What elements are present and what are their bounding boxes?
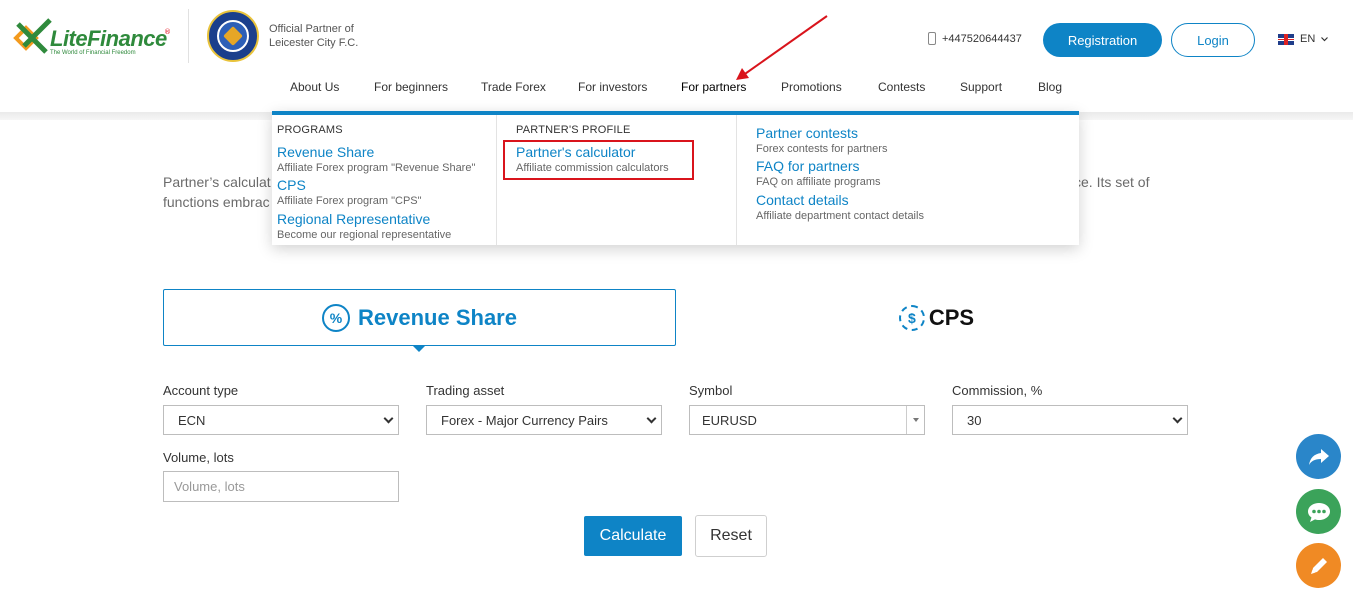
reset-button[interactable]: Reset — [695, 515, 767, 557]
desc-partner-contests: Forex contests for partners — [756, 143, 888, 155]
share-arrow-icon — [1308, 448, 1329, 465]
calculate-button[interactable]: Calculate — [584, 516, 682, 556]
chevron-down-icon — [1172, 413, 1183, 424]
header-divider — [188, 9, 189, 63]
nav-support[interactable]: Support — [960, 80, 1002, 94]
litefinance-logo[interactable]: LiteFinance ® The World of Financial Fre… — [12, 16, 172, 60]
crest-inner — [217, 20, 249, 52]
partner-line-1: Official Partner of — [269, 23, 354, 35]
commission-select[interactable]: 30 — [952, 405, 1188, 435]
symbol-label: Symbol — [689, 383, 733, 398]
nav-trade-forex[interactable]: Trade Forex — [481, 80, 546, 94]
desc-contact-details: Affiliate department contact details — [756, 210, 924, 222]
tab-cps[interactable]: $ CPS — [680, 289, 1193, 346]
profile-heading: PARTNER'S PROFILE — [516, 124, 631, 136]
tab-cps-label: CPS — [928, 304, 975, 330]
phone-icon — [928, 32, 936, 45]
desc-regional-representative: Become our regional representative — [277, 229, 452, 241]
link-regional-representative[interactable]: Regional Representative — [277, 211, 430, 227]
account-type-select[interactable]: ECN — [163, 405, 399, 435]
dropdown-col-programs: PROGRAMS Revenue Share Affiliate Forex p… — [272, 115, 497, 245]
desc-cps: Affiliate Forex program "CPS" — [277, 195, 422, 207]
leicester-crest-icon[interactable] — [207, 10, 259, 62]
trading-asset-label: Trading asset — [426, 383, 505, 398]
partners-dropdown-menu: PROGRAMS Revenue Share Affiliate Forex p… — [272, 111, 1079, 245]
uk-flag-icon — [1278, 33, 1294, 45]
language-selector[interactable]: EN — [1278, 33, 1329, 45]
language-code: EN — [1300, 33, 1316, 45]
dropdown-col-profile: PARTNER'S PROFILE Partner's calculator A… — [497, 115, 737, 245]
active-tab-indicator — [412, 345, 426, 352]
annotation-highlight-box — [503, 140, 694, 180]
partner-line-2: Leicester City F.C. — [269, 37, 359, 49]
percent-icon: % — [322, 303, 351, 332]
site-header: LiteFinance ® The World of Financial Fre… — [0, 0, 1353, 112]
tab-revenue-share[interactable]: % Revenue Share — [163, 289, 676, 346]
commission-value: 30 — [967, 412, 982, 428]
tab-revenue-share-label: Revenue Share — [358, 304, 517, 330]
phone-number: +447520644437 — [942, 32, 1022, 45]
desc-faq-for-partners: FAQ on affiliate programs — [756, 176, 881, 188]
commission-label: Commission, % — [952, 383, 1043, 398]
login-button[interactable]: Login — [1171, 23, 1255, 57]
nav-for-investors[interactable]: For investors — [578, 80, 647, 94]
link-partner-contests[interactable]: Partner contests — [756, 125, 858, 141]
annotation-arrow-icon — [736, 15, 828, 80]
logo-mark-icon — [13, 18, 52, 54]
symbol-combobox[interactable]: EURUSD — [689, 405, 925, 435]
link-contact-details[interactable]: Contact details — [756, 192, 849, 208]
chat-bubble-icon — [1307, 502, 1330, 522]
fox-icon — [223, 26, 243, 46]
trading-asset-select[interactable]: Forex - Major Currency Pairs — [426, 405, 662, 435]
desc-revenue-share: Affiliate Forex program "Revenue Share" — [277, 162, 476, 174]
dropdown-col-other: Partner contests Forex contests for part… — [737, 115, 1079, 245]
volume-label: Volume, lots — [163, 450, 234, 465]
link-cps[interactable]: CPS — [277, 177, 306, 193]
registration-button[interactable]: Registration — [1043, 23, 1162, 57]
nav-contests[interactable]: Contests — [878, 80, 925, 94]
link-faq-for-partners[interactable]: FAQ for partners — [756, 158, 859, 174]
logo-tagline: The World of Financial Freedom — [50, 50, 136, 56]
share-button[interactable] — [1296, 434, 1341, 479]
chat-button[interactable] — [1296, 489, 1341, 534]
intro-line-1-right: ce. Its set of — [1074, 174, 1150, 190]
partner-text: Official Partner of Leicester City F.C. — [269, 22, 358, 50]
registered-mark-icon: ® — [164, 28, 171, 36]
page: LiteFinance ® The World of Financial Fre… — [0, 0, 1353, 590]
intro-line-1-left: Partner’s calculat — [163, 174, 271, 190]
symbol-value: EURUSD — [702, 412, 757, 428]
pencil-icon — [1310, 557, 1327, 574]
nav-about-us[interactable]: About Us — [290, 80, 339, 94]
chevron-down-icon — [646, 413, 657, 424]
combobox-arrow-icon[interactable] — [906, 406, 924, 434]
dollar-cycle-icon: $ — [898, 304, 925, 331]
nav-for-beginners[interactable]: For beginners — [374, 80, 448, 94]
account-type-label: Account type — [163, 383, 239, 398]
feedback-button[interactable] — [1296, 543, 1341, 588]
logo-text: LiteFinance — [50, 26, 167, 51]
account-type-value: ECN — [178, 412, 206, 428]
volume-input[interactable] — [163, 471, 399, 502]
phone-contact[interactable]: +447520644437 — [928, 32, 1022, 45]
programs-heading: PROGRAMS — [277, 124, 343, 136]
chevron-down-icon — [1321, 36, 1329, 41]
nav-blog[interactable]: Blog — [1038, 80, 1062, 94]
chevron-down-icon — [383, 413, 394, 424]
link-revenue-share[interactable]: Revenue Share — [277, 144, 374, 160]
trading-asset-value: Forex - Major Currency Pairs — [441, 412, 608, 428]
